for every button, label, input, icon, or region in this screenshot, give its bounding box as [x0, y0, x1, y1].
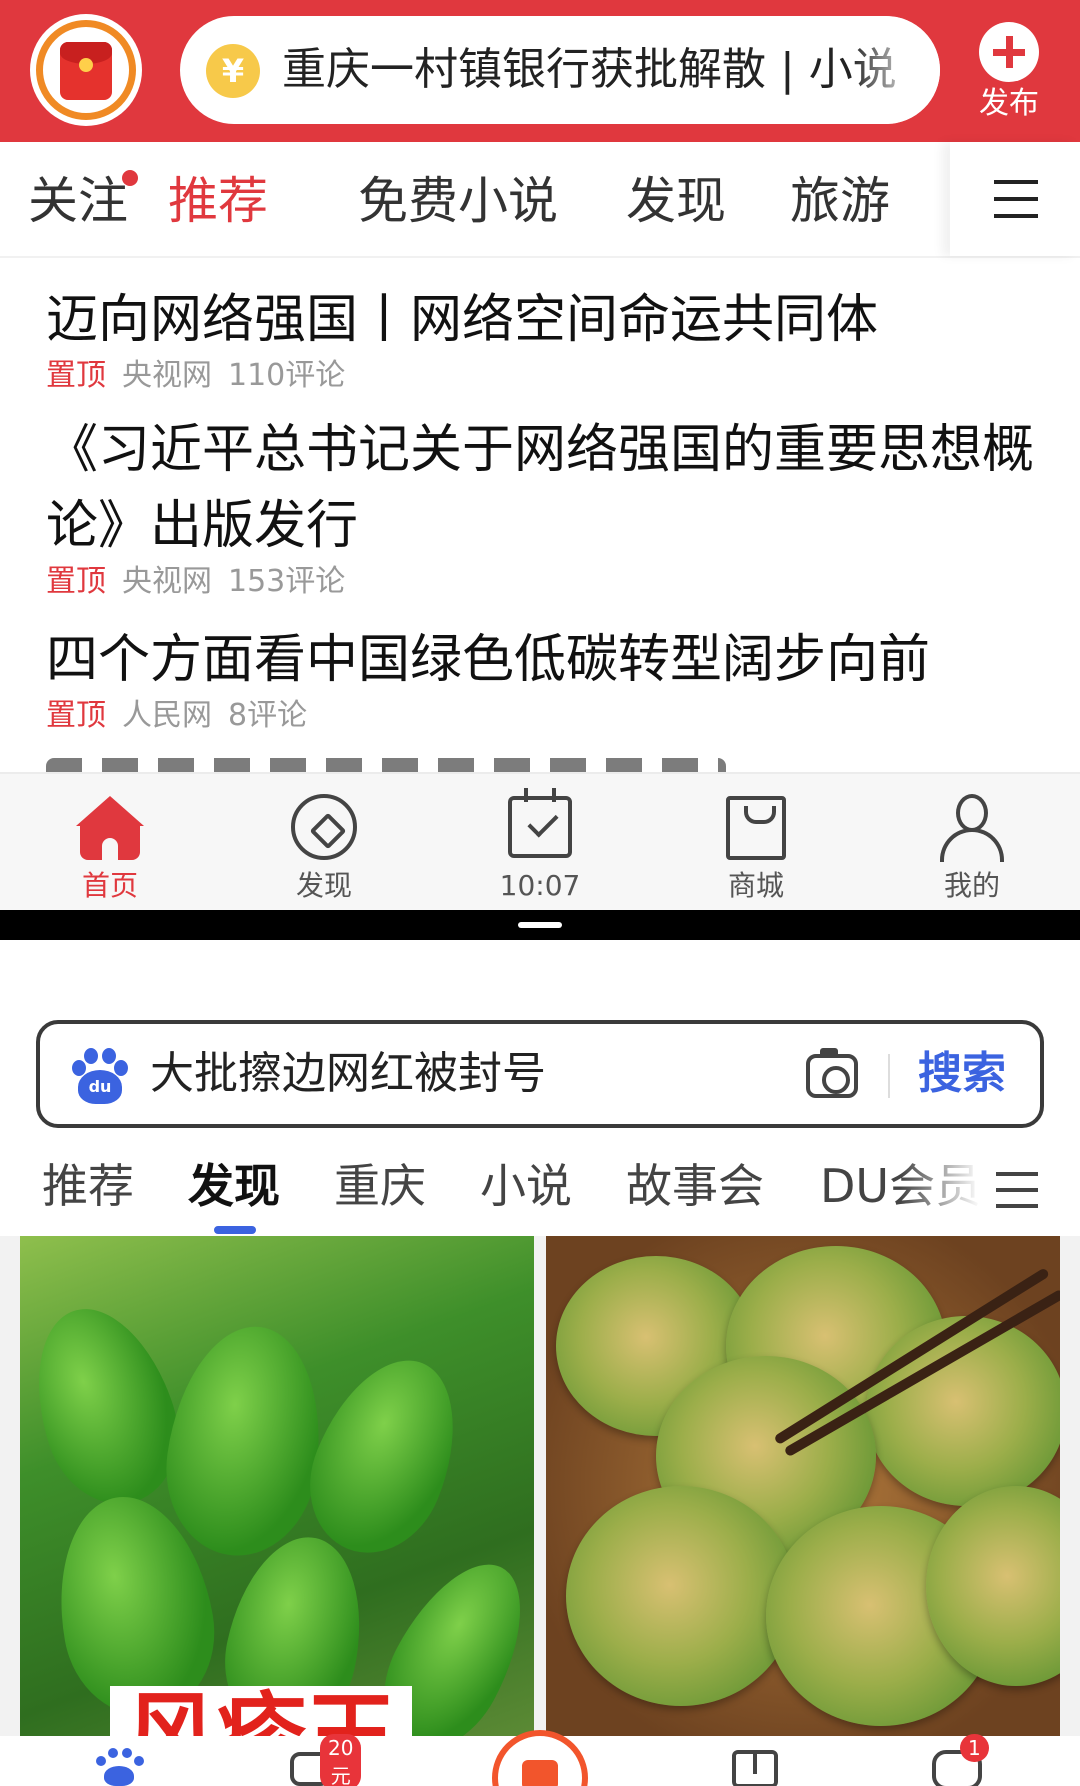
nav-home[interactable]: 首页: [30, 790, 190, 906]
bottom-nav: 首页 发现 10:07 商城 我的: [0, 772, 1080, 910]
news-item[interactable]: 四个方面看中国绿色低碳转型阔步向前 置顶 人民网 8评论: [46, 622, 1046, 736]
nav-video[interactable]: 20元: [290, 1734, 362, 1786]
home-icon: [76, 796, 144, 860]
tab-chongqing[interactable]: 重庆: [334, 1156, 426, 1216]
compass-icon: [291, 794, 357, 860]
news-source: 央视网: [122, 358, 212, 393]
bottom-app-window: du 大批擦边网红被封号 搜索 推荐 发现 重庆 小说 故事会 DU会员 风疹王: [0, 940, 1080, 1786]
camera-icon[interactable]: [806, 1048, 858, 1098]
pinned-badge: 置顶: [46, 564, 106, 599]
hot-search-bar[interactable]: ¥ 重庆一村镇银行获批解散 | 小说: [180, 16, 940, 124]
bottom-nav: 20元 1: [0, 1730, 1080, 1786]
top-header: ¥ 重庆一村镇银行获批解散 | 小说 发布: [0, 0, 1080, 142]
paw-text: du: [78, 1070, 122, 1104]
center-action-button[interactable]: [492, 1730, 588, 1786]
channel-tabs: 关注 推荐 免费小说 发现 旅游: [0, 142, 1080, 258]
comment-count: 8评论: [228, 698, 308, 733]
channel-tabs: 推荐 发现 重庆 小说 故事会 DU会员: [0, 1150, 1080, 1230]
baidu-paw-icon: du: [70, 1046, 130, 1106]
hot-search-text: 重庆一村镇银行获批解散 | 小说: [282, 44, 897, 95]
nav-label: 商城: [727, 869, 784, 902]
nav-home-paw-icon[interactable]: [92, 1746, 152, 1786]
news-meta: 置顶 央视网 110评论: [46, 356, 1046, 396]
nav-profile[interactable]: 我的: [892, 790, 1052, 906]
publish-button[interactable]: 发布: [968, 18, 1050, 128]
tab-novels[interactable]: 小说: [480, 1156, 572, 1216]
split-screen-divider[interactable]: [0, 910, 1080, 940]
book-icon: [732, 1750, 778, 1786]
plus-icon: [979, 22, 1039, 82]
tab-free-novels[interactable]: 免费小说: [358, 168, 558, 234]
nav-label: 发现: [295, 869, 352, 902]
nav-label: 我的: [943, 869, 1000, 902]
news-item[interactable]: 《习近平总书记关于网络强国的重要思想概论》出版发行 置顶 央视网 153评论: [46, 412, 1046, 602]
nav-discover[interactable]: 发现: [244, 790, 404, 906]
feed-card-image[interactable]: [546, 1236, 1060, 1736]
tab-discover[interactable]: 发现: [626, 168, 726, 234]
news-meta: 置顶 央视网 153评论: [46, 562, 1046, 602]
news-title: 四个方面看中国绿色低碳转型阔步向前: [46, 630, 931, 690]
search-button[interactable]: 搜索: [918, 1044, 1006, 1104]
tab-discover[interactable]: 发现: [188, 1156, 280, 1216]
nav-messages[interactable]: 1: [932, 1734, 992, 1786]
nav-checkin[interactable]: 10:07: [460, 788, 620, 906]
news-meta: 置顶 人民网 8评论: [46, 696, 1046, 736]
news-title: 《习近平总书记关于网络强国的重要思想概论》出版发行: [46, 420, 1035, 556]
comment-count: 153评论: [228, 564, 346, 599]
message-badge: 1: [960, 1734, 989, 1762]
news-source: 人民网: [122, 698, 212, 733]
channel-menu-button[interactable]: [950, 142, 1080, 256]
feed-card-image[interactable]: 风疹王: [20, 1236, 534, 1736]
nav-label: 首页: [81, 869, 138, 902]
coin-icon: ¥: [206, 44, 260, 98]
shopping-bag-icon: [726, 796, 786, 860]
tab-follow[interactable]: 关注: [28, 168, 138, 234]
tab-story[interactable]: 故事会: [626, 1156, 764, 1216]
notification-dot: [122, 170, 138, 186]
top-app-window: ¥ 重庆一村镇银行获批解散 | 小说 发布 关注 推荐 免费小说 发现 旅游 迈…: [0, 0, 1080, 910]
red-envelope-icon: [60, 42, 112, 100]
search-box[interactable]: du 大批擦边网红被封号 搜索: [36, 1020, 1044, 1128]
tab-label: 关注: [28, 172, 128, 230]
comment-count: 110评论: [228, 358, 346, 393]
card-caption: 风疹王: [110, 1686, 412, 1736]
tab-recommend[interactable]: 推荐: [168, 168, 268, 234]
search-input[interactable]: 大批擦边网红被封号: [150, 1044, 546, 1104]
menu-icon[interactable]: [996, 1172, 1038, 1208]
nav-label: 10:07: [499, 869, 581, 902]
tab-recommend[interactable]: 推荐: [42, 1156, 134, 1216]
news-source: 央视网: [122, 564, 212, 599]
publish-label: 发布: [979, 86, 1039, 121]
tab-travel[interactable]: 旅游: [790, 168, 890, 234]
red-envelope-button[interactable]: [30, 14, 142, 126]
feed-grid: 风疹王: [0, 1236, 1080, 1736]
drag-handle[interactable]: [518, 922, 562, 928]
news-feed: 迈向网络强国丨网络空间命运共同体 置顶 央视网 110评论 《习近平总书记关于网络强…: [0, 258, 1080, 780]
person-icon: [940, 794, 1004, 862]
nav-mall[interactable]: 商城: [676, 790, 836, 906]
divider: [888, 1054, 890, 1098]
pinned-badge: 置顶: [46, 698, 106, 733]
calendar-check-icon: [508, 788, 572, 858]
news-title: 迈向网络强国丨网络空间命运共同体: [46, 290, 879, 350]
pinned-badge: 置顶: [46, 358, 106, 393]
nav-novel[interactable]: [732, 1746, 792, 1786]
reward-badge: 20元: [320, 1734, 362, 1786]
active-tab-indicator: [214, 1226, 256, 1234]
menu-icon: [994, 180, 1038, 218]
news-item[interactable]: 迈向网络强国丨网络空间命运共同体 置顶 央视网 110评论: [46, 282, 1046, 396]
